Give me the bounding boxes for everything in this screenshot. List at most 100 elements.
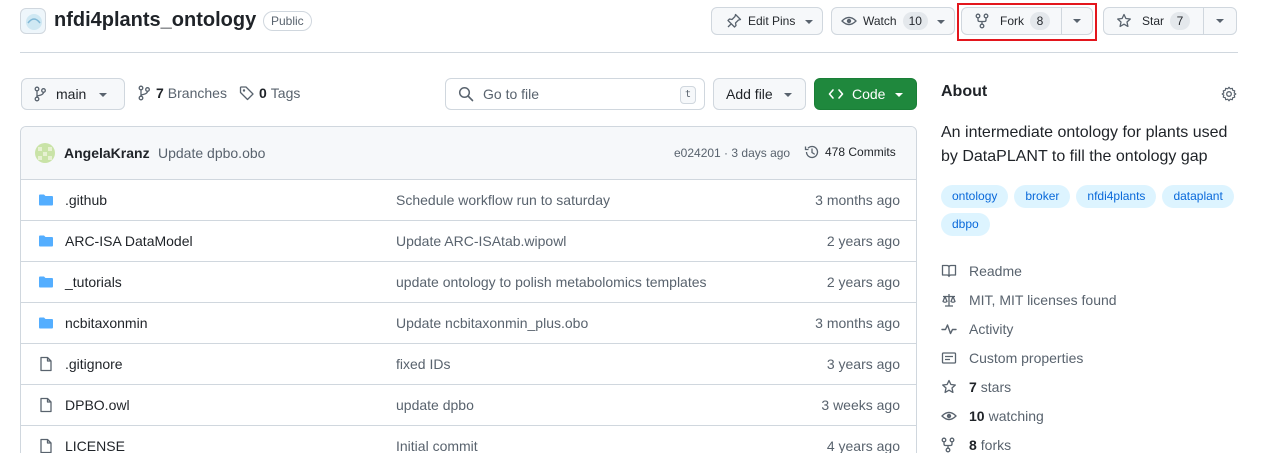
star-button[interactable]: Star 7 (1104, 8, 1205, 34)
file-icon (38, 356, 54, 372)
table-row[interactable]: .github Schedule workflow run to saturda… (21, 180, 916, 221)
repo-name[interactable]: nfdi4plants_ontology (54, 8, 256, 32)
table-row[interactable]: _tutorials update ontology to polish met… (21, 262, 916, 303)
branch-selector[interactable]: main (21, 78, 125, 110)
star-label: Star (1142, 14, 1165, 28)
topic-tag[interactable]: dataplant (1162, 185, 1234, 208)
commit-author[interactable]: AngelaKranz (64, 145, 150, 161)
chevron-down-icon (937, 20, 945, 24)
topics-list: ontology broker nfdi4plants dataplant db… (941, 185, 1241, 236)
file-age: 4 years ago (826, 438, 900, 453)
tag-icon (239, 85, 255, 101)
watching-count: 10 (969, 407, 985, 424)
chevron-down-icon (805, 20, 813, 24)
go-to-file-input[interactable] (483, 86, 663, 102)
file-list: AngelaKranz Update dpbo.obo e024201 · 3 … (20, 126, 917, 453)
code-label: Code (852, 86, 886, 102)
file-commit-message[interactable]: Initial commit (396, 438, 478, 453)
eye-icon (841, 13, 857, 29)
folder-icon (38, 192, 54, 208)
file-age: 2 years ago (826, 274, 900, 290)
gear-icon[interactable] (1221, 86, 1237, 102)
watching-link[interactable]: 10 watching (941, 401, 1117, 430)
code-icon (828, 86, 844, 102)
file-name[interactable]: LICENSE (65, 438, 125, 453)
file-name[interactable]: ncbitaxonmin (65, 315, 148, 331)
history-icon (804, 144, 820, 160)
chevron-down-icon (99, 93, 107, 97)
table-row[interactable]: .gitignore fixed IDs 3 years ago (21, 344, 916, 385)
edit-pins-button[interactable]: Edit Pins (711, 7, 823, 35)
table-row[interactable]: DPBO.owl update dpbo 3 weeks ago (21, 385, 916, 426)
activity-link[interactable]: Activity (941, 314, 1117, 343)
add-file-button[interactable]: Add file (713, 78, 806, 110)
file-name[interactable]: DPBO.owl (65, 397, 130, 413)
file-commit-message[interactable]: update ontology to polish metabolomics t… (396, 274, 707, 290)
activity-label: Activity (969, 320, 1014, 337)
repo-forked-icon (975, 13, 989, 29)
license-label: MIT, MIT licenses found (969, 291, 1117, 308)
topic-tag[interactable]: nfdi4plants (1076, 185, 1157, 208)
star-dropdown-button[interactable] (1204, 8, 1236, 34)
repo-avatar[interactable] (20, 8, 46, 34)
file-commit-message[interactable]: Schedule workflow run to saturday (396, 192, 610, 208)
stars-label: stars (980, 378, 1012, 395)
file-icon (38, 438, 54, 453)
stars-link[interactable]: 7 stars (941, 372, 1117, 401)
chevron-down-icon (895, 93, 903, 97)
file-age: 3 weeks ago (821, 397, 900, 413)
commit-meta[interactable]: e024201 · 3 days ago (674, 146, 790, 160)
file-commit-message[interactable]: update dpbo (396, 397, 474, 413)
topic-tag[interactable]: ontology (941, 185, 1009, 208)
watching-label: watching (988, 407, 1044, 424)
forks-label: forks (980, 436, 1012, 453)
branches-link[interactable]: 7 Branches (138, 85, 227, 101)
readme-label: Readme (969, 262, 1022, 279)
table-row[interactable]: ARC-ISA DataModel Update ARC-ISAtab.wipo… (21, 221, 916, 262)
watch-button[interactable]: Watch 10 (831, 7, 955, 35)
tags-count: 0 (259, 85, 267, 101)
avatar[interactable] (35, 143, 55, 163)
file-commit-message[interactable]: Update ncbitaxonmin_plus.obo (396, 315, 588, 331)
chevron-down-icon (1216, 19, 1225, 23)
file-age: 3 months ago (815, 192, 900, 208)
tags-link[interactable]: 0 Tags (239, 85, 300, 101)
file-commit-message[interactable]: Update ARC-ISAtab.wipowl (396, 233, 566, 249)
fork-dropdown-button[interactable] (1062, 8, 1092, 34)
folder-icon (38, 315, 54, 331)
star-icon (1116, 13, 1132, 29)
commits-history-link[interactable]: 478 Commits (804, 144, 896, 160)
topic-tag[interactable]: dbpo (941, 213, 990, 236)
visibility-badge: Public (263, 11, 312, 31)
file-name[interactable]: .github (65, 192, 107, 208)
forks-link[interactable]: 8 forks (941, 430, 1117, 453)
pin-icon (726, 13, 742, 29)
file-commit-message[interactable]: fixed IDs (396, 356, 450, 372)
license-link[interactable]: MIT, MIT licenses found (941, 285, 1117, 314)
topic-tag[interactable]: broker (1014, 185, 1071, 208)
stars-count: 7 (969, 378, 977, 395)
note-icon (941, 350, 957, 366)
fork-button[interactable]: Fork 8 (962, 8, 1063, 34)
go-to-file-field[interactable]: t (445, 78, 705, 110)
header-divider (20, 52, 1238, 53)
file-name[interactable]: ARC-ISA DataModel (65, 233, 193, 249)
readme-link[interactable]: Readme (941, 256, 1117, 285)
fork-button-group: Fork 8 (961, 7, 1093, 35)
file-name[interactable]: .gitignore (65, 356, 123, 372)
folder-icon (38, 233, 54, 249)
git-branch-icon (138, 85, 150, 101)
file-name[interactable]: _tutorials (65, 274, 122, 290)
table-row[interactable]: ncbitaxonmin Update ncbitaxonmin_plus.ob… (21, 303, 916, 344)
repo-header: nfdi4plants_ontology Public Edit Pins Wa… (0, 0, 1264, 54)
edit-pins-label: Edit Pins (748, 14, 796, 28)
about-title: About (941, 83, 988, 100)
latest-commit-bar: AngelaKranz Update dpbo.obo e024201 · 3 … (21, 127, 916, 180)
add-file-label: Add file (726, 86, 773, 102)
star-icon (941, 379, 957, 395)
table-row[interactable]: LICENSE Initial commit 4 years ago (21, 426, 916, 453)
code-button[interactable]: Code (814, 78, 917, 110)
custom-properties-link[interactable]: Custom properties (941, 343, 1117, 372)
commit-message[interactable]: Update dpbo.obo (158, 145, 265, 161)
folder-icon (38, 274, 54, 290)
